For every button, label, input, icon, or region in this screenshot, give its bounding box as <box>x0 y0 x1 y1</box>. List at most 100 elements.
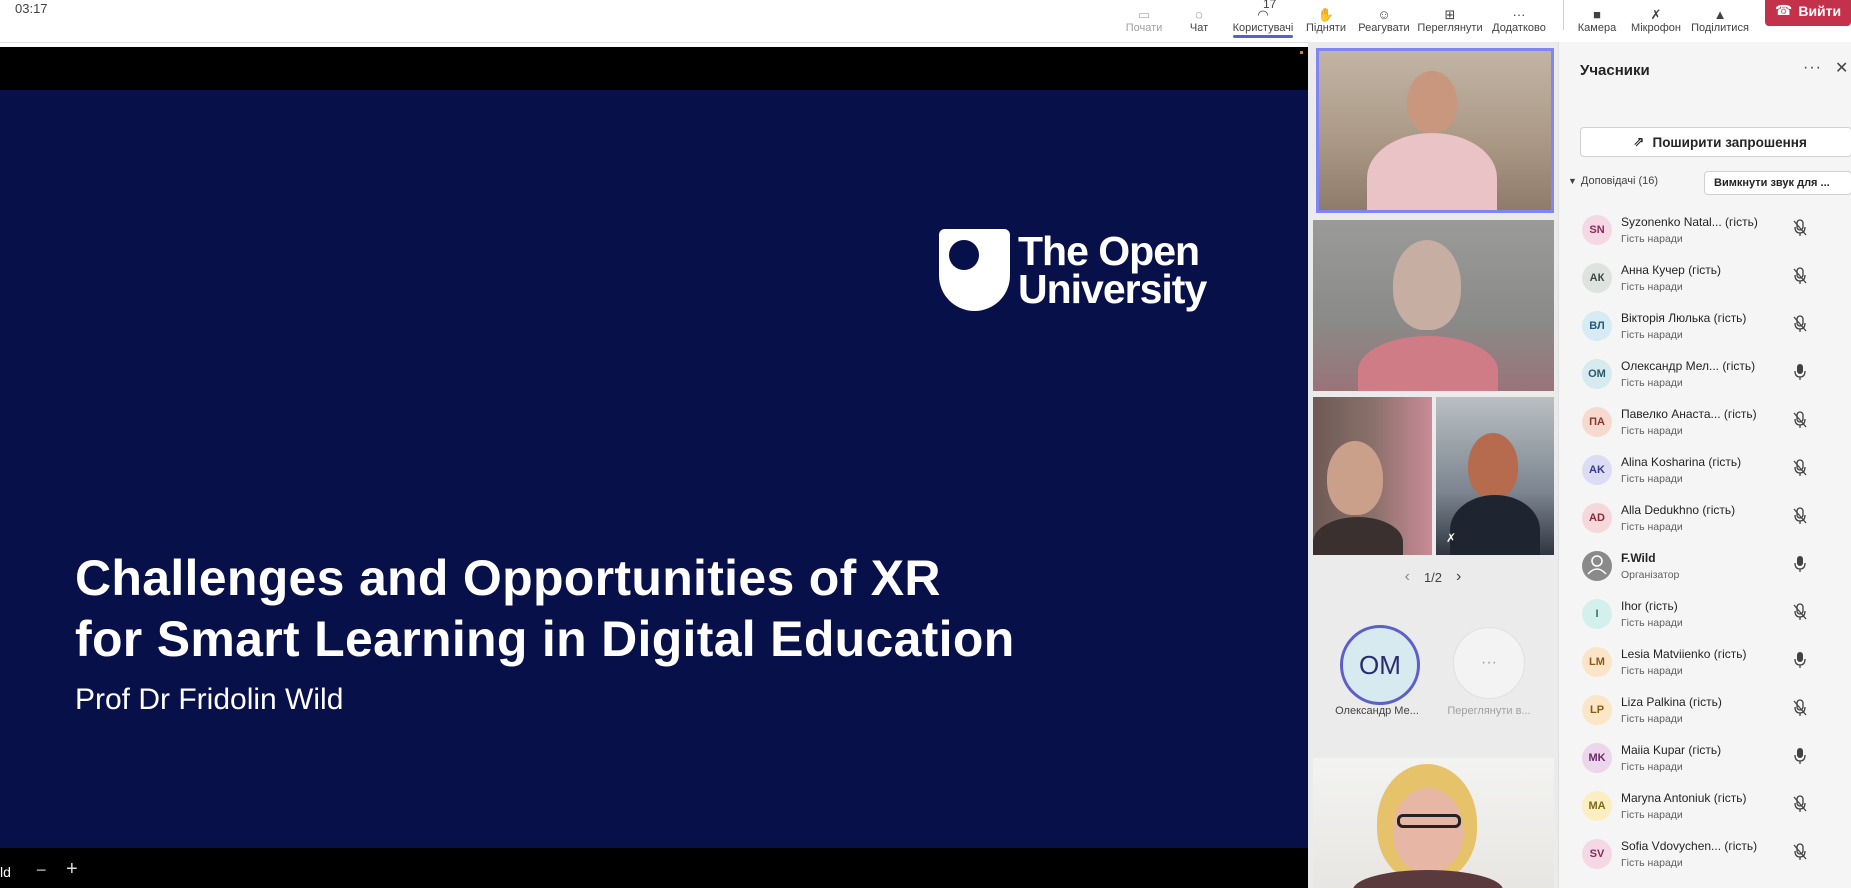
microphone-muted-icon <box>1793 219 1807 237</box>
close-icon[interactable]: ✕ <box>1835 58 1848 78</box>
video-tile-participant-2[interactable] <box>1313 220 1554 391</box>
avatar: MA <box>1582 791 1612 821</box>
presenter-name: ld <box>0 864 11 880</box>
view-more-participants-button[interactable]: ··· <box>1453 627 1525 699</box>
participant-row[interactable]: MK Maiia Kupar (гість) Гість наради <box>1559 736 1851 784</box>
phone-hangup-icon: ☎ <box>1774 2 1793 18</box>
meeting-timer: 03:17 <box>15 1 48 16</box>
zoom-out-button[interactable]: − <box>36 860 47 881</box>
avatar: ОМ <box>1582 359 1612 389</box>
open-university-shield-icon <box>939 229 1010 311</box>
raise-hand-icon: ✋ <box>1317 7 1335 22</box>
zoom-in-button[interactable]: + <box>66 858 78 881</box>
emoji-icon: ☺ <box>1377 7 1391 22</box>
more-icon[interactable]: ··· <box>1803 59 1822 77</box>
microphone-muted-icon: ✗ <box>1650 7 1662 22</box>
chat-button[interactable]: ◌ Чат <box>1186 0 1212 40</box>
participant-name: Maryna Antoniuk (гість) <box>1621 791 1747 805</box>
participant-row[interactable]: ВЛ Вікторія Люлька (гість) Гість наради <box>1559 304 1851 352</box>
share-link-icon: ⇗ <box>1633 134 1645 149</box>
participant-row[interactable]: SV Sofia Vdovychen... (гість) Гість наради <box>1559 832 1851 880</box>
avatar-caption: Переглянути в... <box>1447 705 1531 717</box>
camera-button[interactable]: ■ Камера <box>1576 0 1618 40</box>
record-icon: ▭ <box>1137 7 1151 22</box>
react-button[interactable]: ☺ Реагувати <box>1358 0 1410 40</box>
participant-name: Liza Palkina (гість) <box>1621 695 1722 709</box>
participant-name: Вікторія Люлька (гість) <box>1621 311 1747 325</box>
participant-role: Організатор <box>1621 569 1680 581</box>
participant-row[interactable]: LP Liza Palkina (гість) Гість наради <box>1559 688 1851 736</box>
participant-row[interactable]: ОМ Олександр Мел... (гість) Гість наради <box>1559 352 1851 400</box>
raise-hand-button[interactable]: ✋ Підняти <box>1305 0 1347 40</box>
slide-title: Challenges and Opportunities of XR for S… <box>75 550 1015 667</box>
participant-row[interactable]: AD Alla Dedukhno (гість) Гість наради <box>1559 496 1851 544</box>
page-indicator: 1/2 <box>1423 569 1443 585</box>
person-icon <box>1582 550 1612 583</box>
video-tile-participant-5[interactable] <box>1313 758 1554 888</box>
video-tile-participant-3[interactable] <box>1313 397 1432 555</box>
chat-icon: ◌ <box>1195 7 1203 22</box>
microphone-icon <box>1793 747 1807 765</box>
chevron-left-icon[interactable]: ‹ <box>1405 568 1410 586</box>
participant-row[interactable]: LM Lesia Matviienko (гість) Гість наради <box>1559 640 1851 688</box>
chevron-right-icon[interactable]: › <box>1456 568 1461 586</box>
avatar: ВЛ <box>1582 311 1612 341</box>
video-gallery: ✗ ‹ 1/2 › OM ··· Олександр Ме... Перегля… <box>1308 42 1558 888</box>
record-button[interactable]: ▭ Почати <box>1124 0 1164 40</box>
microphone-icon <box>1793 363 1807 381</box>
participant-row[interactable]: F.Wild Організатор <box>1559 544 1851 592</box>
participant-role: Гість наради <box>1621 761 1683 773</box>
participants-list: SN Syzonenko Natal... (гість) Гість наради… <box>1559 208 1851 880</box>
participant-name: Maiia Kupar (гість) <box>1621 743 1722 757</box>
meeting-toolbar: 03:17 ▭ Почати ◌ Чат ◠ 17 Користувачі ✋ … <box>0 0 1851 43</box>
avatar-tile-om[interactable]: OM <box>1340 625 1420 705</box>
participant-name: Lesia Matviienko (гість) <box>1621 647 1747 661</box>
avatar: AK <box>1582 455 1612 485</box>
microphone-muted-icon: ✗ <box>1446 531 1457 545</box>
participant-role: Гість наради <box>1621 617 1683 629</box>
participant-name: Анна Кучер (гість) <box>1621 263 1721 277</box>
avatar: AD <box>1582 503 1612 533</box>
people-count: 17 <box>1263 0 1277 11</box>
microphone-icon <box>1793 555 1807 573</box>
microphone-muted-icon <box>1793 795 1807 813</box>
participant-row[interactable]: SN Syzonenko Natal... (гість) Гість наради <box>1559 208 1851 256</box>
video-tile-speaker[interactable] <box>1316 48 1554 213</box>
more-icon: ··· <box>1512 7 1526 22</box>
share-invite-button[interactable]: ⇗ Поширити запрошення <box>1580 127 1851 157</box>
avatar: АК <box>1582 263 1612 293</box>
participant-name: Syzonenko Natal... (гість) <box>1621 215 1758 229</box>
participant-row[interactable]: AK Alina Kosharina (гість) Гість наради <box>1559 448 1851 496</box>
leave-button[interactable]: ☎ Вийти <box>1765 0 1851 26</box>
view-grid-icon: ⊞ <box>1444 7 1456 22</box>
avatar <box>1582 551 1612 581</box>
participant-name: Alla Dedukhno (гість) <box>1621 503 1736 517</box>
participant-name: Ihor (гість) <box>1621 599 1678 613</box>
people-button[interactable]: ◠ 17 Користувачі <box>1231 0 1295 40</box>
microphone-muted-icon <box>1793 411 1807 429</box>
participant-row[interactable]: MA Maryna Antoniuk (гість) Гість наради <box>1559 784 1851 832</box>
view-button[interactable]: ⊞ Переглянути <box>1417 0 1482 40</box>
panel-title: Учасники <box>1580 62 1650 79</box>
shared-content-stage: The Open University Challenges and Oppor… <box>0 47 1308 888</box>
microphone-muted-icon <box>1793 507 1807 525</box>
more-options-button[interactable]: ··· Додатково <box>1490 0 1548 40</box>
participant-role: Гість наради <box>1621 233 1683 245</box>
participant-row[interactable]: I Ihor (гість) Гість наради <box>1559 592 1851 640</box>
avatar: SV <box>1582 839 1612 869</box>
mute-all-button[interactable]: Вимкнути звук для ... <box>1704 171 1851 195</box>
presenters-group-toggle[interactable]: ▼ Доповідачі (16) <box>1568 175 1658 187</box>
microphone-muted-icon <box>1793 843 1807 861</box>
glasses <box>1397 814 1461 828</box>
participant-role: Гість наради <box>1621 809 1683 821</box>
participant-row[interactable]: АК Анна Кучер (гість) Гість наради <box>1559 256 1851 304</box>
participant-row[interactable]: ПА Павелко Анаста... (гість) Гість наради <box>1559 400 1851 448</box>
avatar: SN <box>1582 215 1612 245</box>
share-button[interactable]: ▲ Поділитися <box>1689 0 1751 40</box>
video-tile-participant-4[interactable]: ✗ <box>1436 397 1554 555</box>
microphone-button[interactable]: ✗ Мікрофон <box>1628 0 1684 40</box>
microphone-muted-icon <box>1793 699 1807 717</box>
gallery-pager: ‹ 1/2 › <box>1308 568 1558 586</box>
presentation-slide: The Open University Challenges and Oppor… <box>0 90 1308 848</box>
microphone-muted-icon <box>1793 459 1807 477</box>
